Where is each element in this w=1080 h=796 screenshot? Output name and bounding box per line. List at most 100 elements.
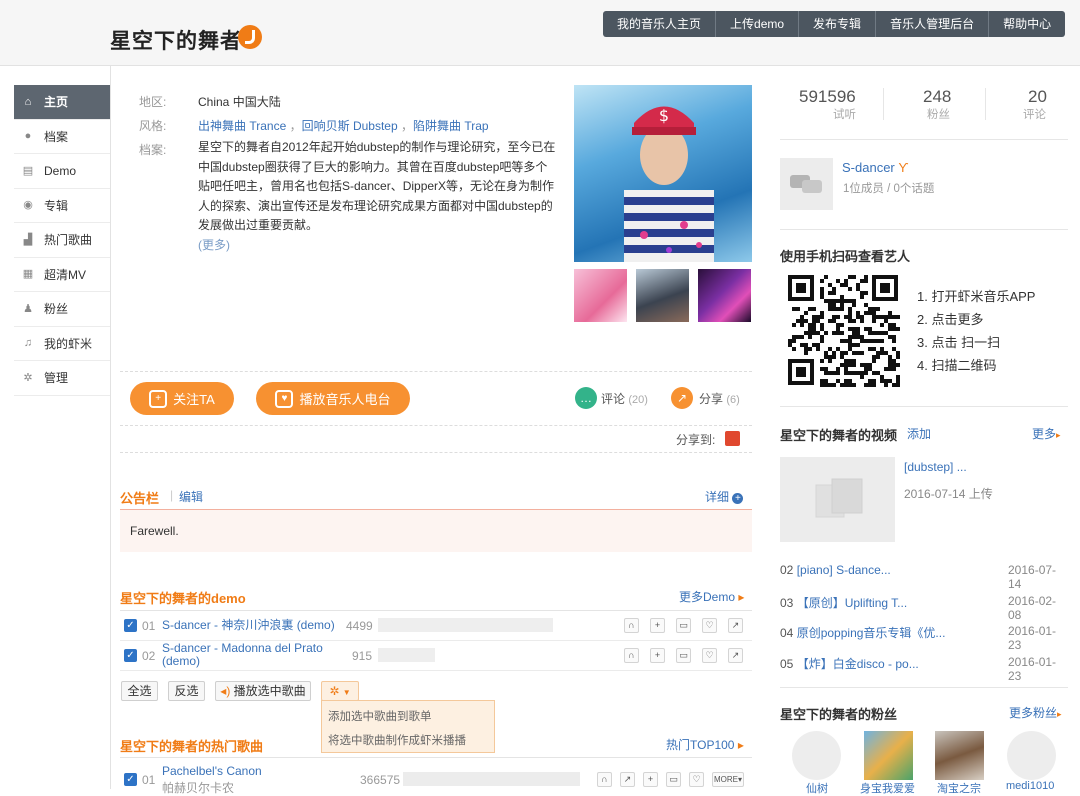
qr-module xyxy=(860,295,864,299)
sidebar-item-home[interactable]: ⌂ 主页 xyxy=(14,85,110,120)
sidebar-item-label: Demo xyxy=(44,163,77,178)
song-checkbox[interactable]: ✓ xyxy=(124,773,137,786)
nav-my-homepage[interactable]: 我的音乐人主页 xyxy=(603,11,717,37)
group-name-link[interactable]: S-dancer ϒ xyxy=(842,160,908,175)
qr-module xyxy=(860,371,864,375)
notice-detail-link[interactable]: 详细 + xyxy=(705,488,744,505)
qr-module xyxy=(844,279,848,283)
more-actions-dropdown[interactable]: ✲ ▼ xyxy=(321,681,359,701)
sidebar-item-my-xiami[interactable]: ♫ 我的虾米 xyxy=(14,327,110,361)
song-title-link[interactable]: Pachelbel's Canon xyxy=(162,765,262,778)
hot-top100-link[interactable]: 热门TOP100 ▸ xyxy=(666,736,744,753)
fan-avatar[interactable] xyxy=(935,731,984,780)
sidebar-item-hot-songs[interactable]: ▟ 热门歌曲 xyxy=(14,223,110,258)
sidebar-item-fans[interactable]: ♟ 粉丝 xyxy=(14,292,110,327)
nav-upload-demo[interactable]: 上传demo xyxy=(716,11,800,37)
nav-admin[interactable]: 音乐人管理后台 xyxy=(876,11,990,37)
feature-video-title[interactable]: [dubstep] ... xyxy=(904,460,967,474)
artist-photo-thumb[interactable] xyxy=(636,269,689,322)
nav-publish-album[interactable]: 发布专辑 xyxy=(799,11,877,37)
menu-item-add-to-playlist[interactable]: 添加选中歌曲到歌单 xyxy=(328,708,432,724)
sidebar-item-mv[interactable]: ▦ 超清MV xyxy=(14,258,110,292)
artist-photo-thumb[interactable] xyxy=(574,269,627,322)
like-icon[interactable]: ♡ xyxy=(689,772,704,787)
fan-name[interactable]: 淘宝之宗 xyxy=(937,780,981,796)
qr-module xyxy=(816,347,820,351)
fan-avatar[interactable] xyxy=(864,731,913,780)
invert-selection-button[interactable]: 反选 xyxy=(168,681,205,701)
nav-help[interactable]: 帮助中心 xyxy=(989,11,1065,37)
qr-module xyxy=(896,379,900,383)
style-link-trap[interactable]: 陷阱舞曲 Trap xyxy=(413,119,489,133)
video-title-link[interactable]: 【原创】Uplifting T... xyxy=(797,596,907,610)
artist-main-photo[interactable]: $ xyxy=(574,85,752,262)
qr-module xyxy=(848,335,852,339)
qr-module xyxy=(848,339,852,343)
weibo-share-icon[interactable] xyxy=(725,431,740,446)
share-button[interactable]: 分享 (6) xyxy=(699,390,740,407)
group-avatar[interactable] xyxy=(780,158,833,210)
song-title-link[interactable]: S-dancer - Madonna del Prato (demo) xyxy=(162,642,332,668)
sidebar-item-demo[interactable]: ▤ Demo xyxy=(14,154,110,189)
fan-name[interactable]: 身宝我爱爱 xyxy=(860,780,915,796)
sidebar-item-manage[interactable]: ✲ 管理 xyxy=(14,361,110,396)
comment-icon[interactable]: … xyxy=(575,387,597,409)
qr-module xyxy=(848,327,852,331)
download-icon[interactable]: ▭ xyxy=(676,648,691,663)
listen-headphone-icon[interactable]: ∩ xyxy=(624,618,639,633)
more-demo-link[interactable]: 更多Demo ▸ xyxy=(679,588,744,605)
video-title-link[interactable]: [piano] S-dance... xyxy=(797,563,891,577)
add-icon[interactable]: + xyxy=(650,618,665,633)
play-radio-button[interactable]: ♥ 播放音乐人电台 xyxy=(256,382,410,415)
bio-more-link[interactable]: (更多) xyxy=(198,236,230,253)
play-selected-button[interactable]: ◂) 播放选中歌曲 xyxy=(215,681,311,701)
add-icon[interactable]: + xyxy=(650,648,665,663)
add-video-link[interactable]: 添加 xyxy=(907,425,931,442)
fan-name[interactable]: 仙树 xyxy=(806,780,828,796)
select-all-button[interactable]: 全选 xyxy=(121,681,158,701)
fan-avatar[interactable] xyxy=(1007,731,1056,780)
song-title-link[interactable]: S-dancer - 神奈川沖浪裏 (demo) xyxy=(162,619,335,632)
song-checkbox[interactable]: ✓ xyxy=(124,649,137,662)
share-arrow-icon[interactable]: ↗ xyxy=(620,772,635,787)
style-link-trance[interactable]: 出神舞曲 Trance xyxy=(198,119,286,133)
qr-module xyxy=(844,351,848,355)
style-list: 出神舞曲 Trance ，回响贝斯 Dubstep ，陷阱舞曲 Trap xyxy=(198,117,489,134)
qr-module xyxy=(808,335,812,339)
more-dropdown[interactable]: MORE▾ xyxy=(712,772,744,787)
video-title-link[interactable]: 【炸】白金disco - po... xyxy=(797,657,919,671)
style-link-dubstep[interactable]: 回响贝斯 Dubstep xyxy=(302,119,398,133)
share-arrow-icon[interactable]: ↗ xyxy=(728,648,743,663)
more-videos-link[interactable]: 更多▸ xyxy=(1032,425,1061,442)
download-icon[interactable]: ▭ xyxy=(666,772,681,787)
qr-module xyxy=(840,351,844,355)
follow-button[interactable]: + 关注TA xyxy=(130,382,234,415)
fan-name[interactable]: medi1010 xyxy=(1006,780,1054,792)
listen-headphone-icon[interactable]: ∩ xyxy=(624,648,639,663)
comment-button[interactable]: 评论 (20) xyxy=(601,390,648,407)
more-fans-link[interactable]: 更多粉丝▸ xyxy=(1009,704,1062,721)
artist-photo-thumb[interactable] xyxy=(698,269,751,322)
menu-item-make-broadcast[interactable]: 将选中歌曲制作成虾米播播 xyxy=(328,732,466,748)
song-checkbox[interactable]: ✓ xyxy=(124,619,137,632)
like-icon[interactable]: ♡ xyxy=(702,618,717,633)
qr-module xyxy=(844,283,848,287)
qr-module xyxy=(872,355,876,359)
add-icon[interactable]: + xyxy=(643,772,658,787)
video-title-link[interactable]: 原创popping音乐专辑《优... xyxy=(797,626,946,640)
sidebar-item-profile[interactable]: ● 档案 xyxy=(14,120,110,154)
listen-headphone-icon[interactable]: ∩ xyxy=(597,772,612,787)
download-icon[interactable]: ▭ xyxy=(676,618,691,633)
qr-module xyxy=(804,347,808,351)
share-icon[interactable]: ↗ xyxy=(671,387,693,409)
notice-edit-link[interactable]: 编辑 xyxy=(179,488,203,505)
qr-module xyxy=(868,339,872,343)
like-icon[interactable]: ♡ xyxy=(702,648,717,663)
qr-module xyxy=(848,383,852,387)
video-thumbnail[interactable] xyxy=(780,457,895,542)
sidebar-item-label: 专辑 xyxy=(44,198,69,213)
fan-avatar[interactable] xyxy=(792,731,841,780)
sidebar-item-album[interactable]: ◉ 专辑 xyxy=(14,189,110,223)
qr-module xyxy=(876,355,880,359)
share-arrow-icon[interactable]: ↗ xyxy=(728,618,743,633)
